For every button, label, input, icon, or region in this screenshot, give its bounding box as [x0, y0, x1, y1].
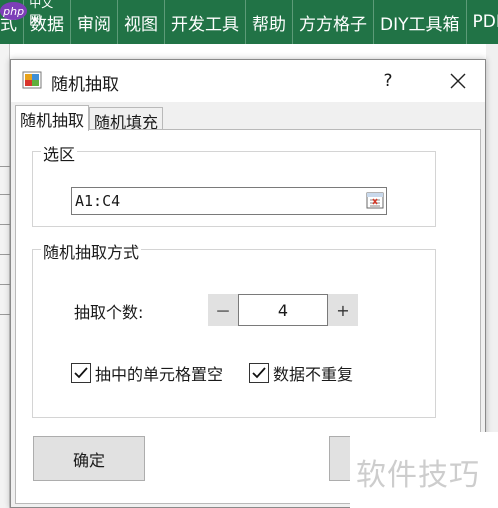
watermark-text: 中文网	[29, 0, 54, 27]
help-button[interactable]: ?	[373, 66, 403, 96]
count-input[interactable]: 4	[238, 294, 328, 326]
ribbon-tab-ffcell[interactable]: 方方格子	[293, 0, 374, 44]
ribbon-tab-developer[interactable]: 开发工具	[165, 0, 246, 44]
clear-cells-box[interactable]	[71, 363, 91, 383]
dialog-title: 随机抽取	[51, 75, 119, 95]
count-stepper: － 4 +	[208, 294, 358, 326]
unique-data-checkbox[interactable]: 数据不重复	[249, 361, 353, 385]
ok-button[interactable]: 确定	[33, 436, 145, 481]
watermark-text: 软件技巧	[356, 458, 480, 493]
ribbon-tab-help[interactable]: 帮助	[246, 0, 293, 44]
unique-data-box[interactable]	[249, 363, 269, 383]
php-logo: php	[0, 2, 28, 20]
ribbon-tab-pdf[interactable]: PDF	[467, 0, 498, 44]
ribbon-tab-diy-tools[interactable]: DIY工具箱	[374, 0, 467, 44]
increment-button[interactable]: +	[328, 294, 358, 326]
selection-group: 选区 A1:C4	[32, 141, 436, 227]
dialog-titlebar[interactable]: 随机抽取 ?	[11, 60, 485, 102]
close-icon	[450, 73, 466, 89]
range-input[interactable]: A1:C4	[71, 187, 387, 215]
check-icon	[252, 367, 266, 379]
watermark-software-tips: 软件技巧	[350, 432, 498, 508]
count-label: 抽取个数:	[74, 303, 144, 322]
tab-random-pick[interactable]: 随机抽取	[15, 105, 90, 131]
ribbon: 式 数据 审阅 视图 开发工具 帮助 方方格子 DIY工具箱 PDF	[0, 0, 498, 44]
watermark-php: php 中文网	[0, 0, 62, 27]
decrement-button[interactable]: －	[208, 294, 238, 326]
method-group: 随机抽取方式 抽取个数: － 4 + 抽中的单元格置空 数据不重复	[32, 239, 436, 418]
clear-cells-checkbox[interactable]: 抽中的单元格置空	[71, 361, 223, 385]
range-select-icon[interactable]	[366, 192, 384, 209]
selection-group-label: 选区	[41, 141, 78, 165]
dialog-tabs: 随机抽取 随机填充	[15, 105, 164, 132]
app-icon	[22, 71, 42, 89]
close-button[interactable]	[441, 66, 475, 96]
check-icon	[74, 367, 88, 379]
tab-random-fill[interactable]: 随机填充	[89, 107, 164, 132]
method-group-label: 随机抽取方式	[41, 239, 142, 263]
unique-data-label: 数据不重复	[273, 365, 354, 384]
clear-cells-label: 抽中的单元格置空	[95, 365, 224, 384]
ribbon-tab-review[interactable]: 审阅	[71, 0, 118, 44]
ribbon-tab-view[interactable]: 视图	[118, 0, 165, 44]
range-value: A1:C4	[75, 192, 121, 210]
worksheet-left-edge	[0, 44, 10, 508]
